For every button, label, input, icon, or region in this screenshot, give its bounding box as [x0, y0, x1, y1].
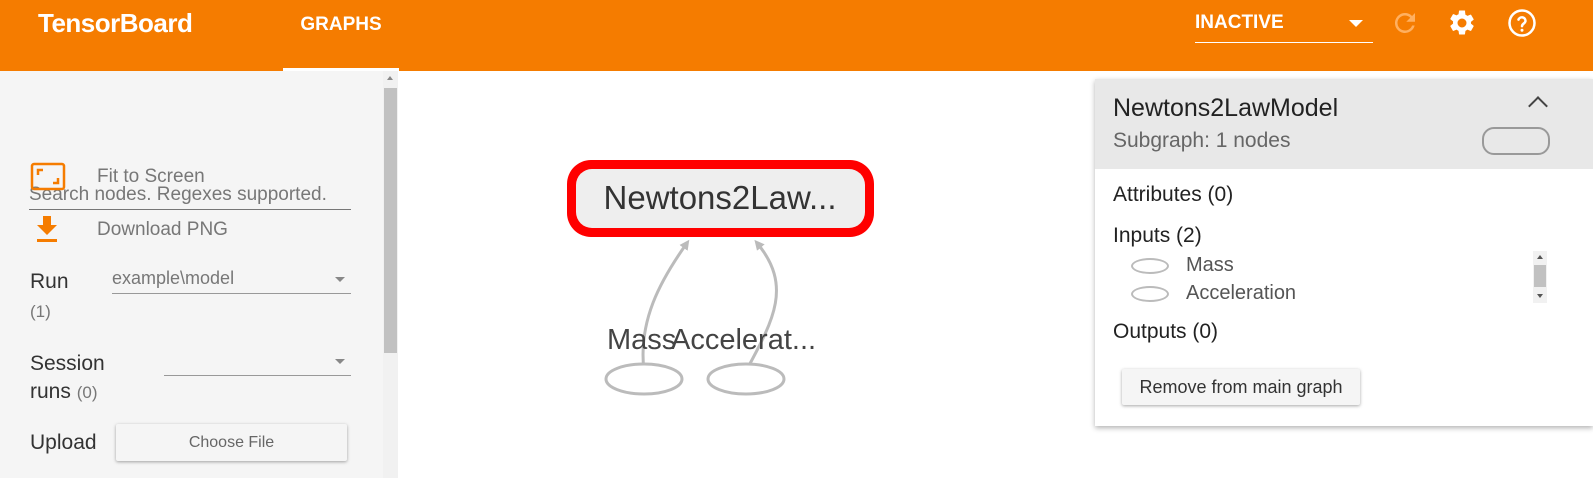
remove-from-main-graph-button[interactable]: Remove from main graph: [1122, 369, 1360, 405]
node-shape-icon: [1482, 127, 1550, 155]
run-value: example\model: [112, 268, 235, 288]
scroll-down-arrow-icon[interactable]: [1537, 294, 1543, 298]
graph-node-mass-label: Mass: [607, 324, 676, 356]
node-info-title: Newtons2LawModel: [1113, 94, 1339, 122]
settings-icon[interactable]: [1447, 8, 1477, 38]
graph-node-acceleration[interactable]: Accelerat...: [671, 324, 816, 396]
choose-file-button[interactable]: Choose File: [116, 424, 347, 461]
graph-node-acceleration-label: Accelerat...: [671, 324, 816, 356]
graph-node-label: Newtons2Law...: [604, 179, 837, 216]
scroll-up-arrow-icon[interactable]: [387, 76, 393, 80]
node-info-subtitle: Subgraph: 1 nodes: [1113, 129, 1291, 152]
session-label-line2: runs: [30, 380, 71, 403]
help-icon[interactable]: [1507, 8, 1537, 38]
sidebar-scrollbar-thumb[interactable]: [384, 88, 397, 353]
tab-graphs-label: GRAPHS: [300, 14, 382, 35]
session-runs-label: Session runs (0): [30, 350, 105, 407]
upload-label: Upload: [30, 431, 97, 454]
op-node-icon: [1131, 258, 1169, 274]
top-bar: TensorBoard GRAPHS INACTIVE: [0, 0, 1593, 71]
run-status-value: INACTIVE: [1195, 12, 1284, 33]
attributes-header[interactable]: Attributes (0): [1113, 183, 1233, 207]
run-count: (1): [30, 302, 51, 321]
inputs-scrollbar-thumb[interactable]: [1534, 265, 1546, 287]
download-icon: [37, 216, 57, 242]
graph-node-newtons2law[interactable]: Newtons2Law...: [567, 160, 874, 237]
run-label: Run: [30, 270, 69, 293]
chevron-up-icon[interactable]: [1528, 96, 1548, 116]
fit-screen-icon: [30, 162, 66, 191]
chevron-down-icon: [335, 359, 345, 364]
session-count: (0): [76, 383, 98, 402]
input-item-label: Acceleration: [1186, 282, 1297, 304]
run-dropdown[interactable]: example\model: [112, 268, 351, 294]
op-node-icon: [1131, 286, 1169, 302]
run-status-dropdown[interactable]: INACTIVE: [1195, 10, 1373, 43]
scroll-up-arrow-icon[interactable]: [1537, 255, 1543, 259]
session-runs-dropdown[interactable]: [164, 350, 351, 376]
inputs-scrollbar[interactable]: [1533, 251, 1547, 303]
input-item-label: Mass: [1186, 254, 1234, 276]
chevron-down-icon: [335, 277, 345, 282]
refresh-icon[interactable]: [1390, 8, 1420, 38]
outputs-header[interactable]: Outputs (0): [1113, 320, 1218, 344]
node-info-header[interactable]: Newtons2LawModel Subgraph: 1 nodes: [1095, 79, 1593, 169]
download-png-label: Download PNG: [97, 219, 228, 240]
inputs-header[interactable]: Inputs (2): [1113, 224, 1202, 248]
chevron-down-icon: [1349, 20, 1363, 27]
tab-graphs[interactable]: GRAPHS: [283, 0, 399, 71]
app-title: TensorBoard: [38, 8, 193, 38]
session-label-line1: Session: [30, 352, 105, 375]
node-info-card: Newtons2LawModel Subgraph: 1 nodes Attri…: [1095, 79, 1593, 426]
fit-to-screen-label: Fit to Screen: [97, 166, 205, 187]
